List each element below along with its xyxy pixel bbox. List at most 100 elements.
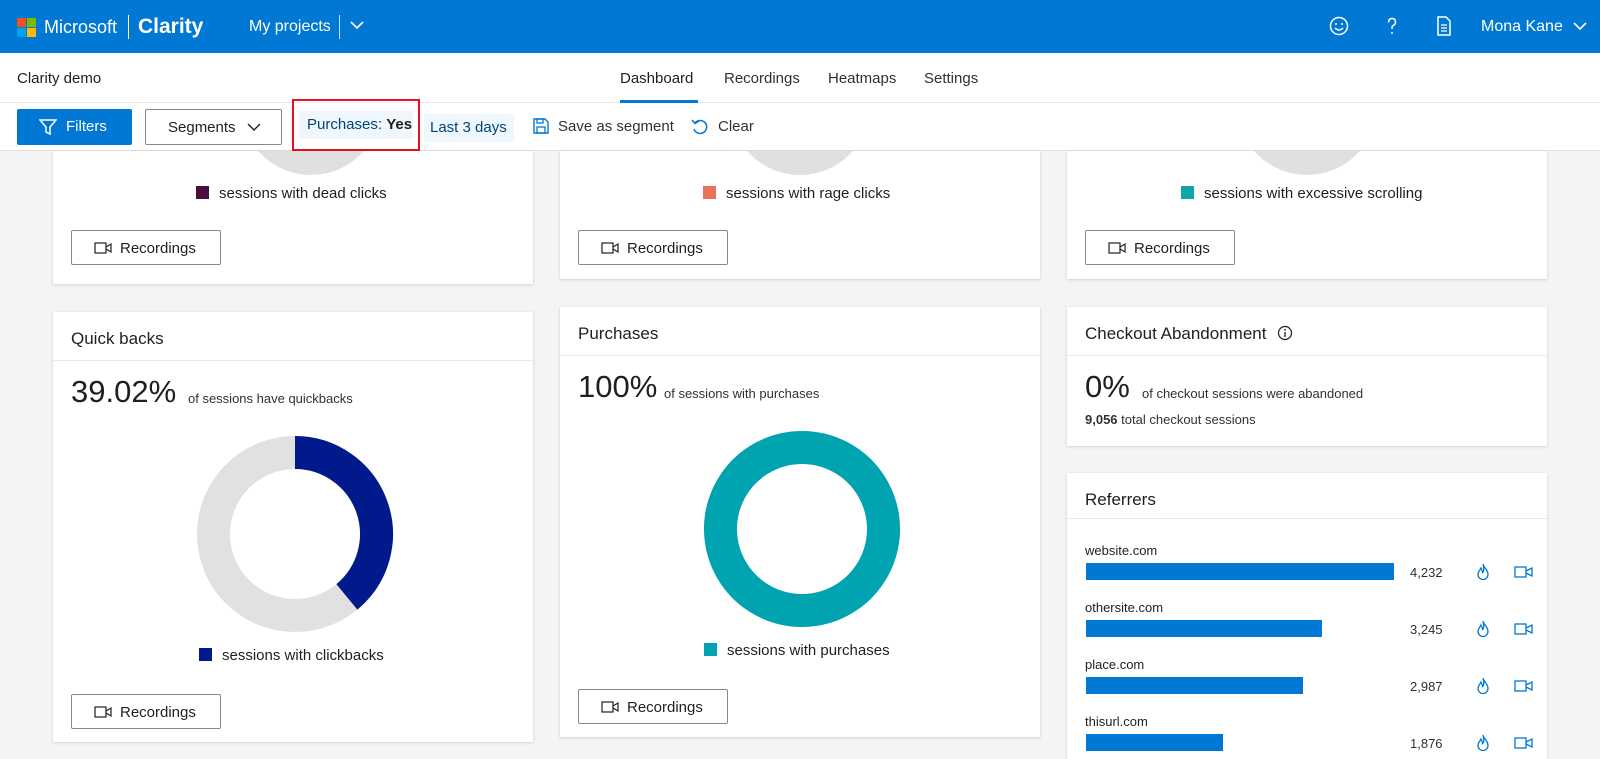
referrer-name: place.com — [1085, 657, 1145, 672]
card-divider — [560, 355, 1040, 356]
donut-segment-clickbacks — [294, 436, 393, 610]
heatmap-icon[interactable] — [1476, 734, 1490, 752]
smiley-icon[interactable] — [1327, 14, 1351, 38]
card-title: Checkout Abandonment — [1085, 324, 1293, 344]
chevron-down-icon[interactable] — [1572, 18, 1588, 34]
referrer-row: othersite.com 3,245 — [1085, 600, 1545, 650]
help-icon[interactable] — [1380, 14, 1404, 38]
referrer-name: othersite.com — [1085, 600, 1164, 615]
legend-swatch — [196, 186, 209, 199]
projects-divider — [339, 15, 340, 39]
legend-label: sessions with purchases — [727, 642, 890, 659]
checkout-total: 9,056 total checkout sessions — [1085, 412, 1256, 427]
user-name[interactable]: Mona Kane — [1481, 18, 1563, 36]
referrers-card: Referrers website.com 4,232 othersite.com 3… — [1067, 473, 1547, 759]
video-camera-icon — [94, 242, 112, 254]
referrer-bar — [1086, 563, 1394, 580]
brand-divider — [128, 15, 129, 39]
heatmap-icon[interactable] — [1476, 677, 1490, 695]
filters-button[interactable]: Filters — [17, 109, 132, 145]
referrer-bar — [1086, 734, 1223, 751]
quick-backs-value: 39.02% — [71, 374, 177, 409]
legend-swatch — [704, 643, 717, 656]
dead-clicks-legend: sessions with dead clicks — [196, 185, 387, 202]
rage-clicks-donut-remnant — [730, 151, 870, 175]
clickbacks-legend: sessions with clickbacks — [199, 647, 384, 664]
recordings-label: Recordings — [120, 704, 196, 721]
rage-clicks-card: sessions with rage clicks Recordings — [560, 151, 1040, 279]
save-icon — [533, 118, 549, 134]
recordings-button[interactable]: Recordings — [71, 230, 221, 265]
video-camera-icon[interactable] — [1514, 680, 1533, 692]
segments-label: Segments — [168, 119, 236, 136]
top-bar: Microsoft Clarity My projects Mona Kane — [0, 0, 1600, 53]
checkout-value: 0% — [1085, 369, 1130, 404]
chip-value: Yes — [386, 116, 413, 133]
checkout-description: of checkout sessions were abandoned — [1142, 386, 1364, 401]
card-title: Purchases — [578, 324, 659, 343]
document-icon[interactable] — [1432, 14, 1456, 38]
filters-label: Filters — [66, 118, 107, 135]
heatmap-icon[interactable] — [1476, 563, 1490, 581]
purchases-donut — [704, 431, 900, 627]
recordings-label: Recordings — [1134, 240, 1210, 257]
video-camera-icon[interactable] — [1514, 566, 1533, 578]
chevron-down-icon[interactable] — [348, 16, 366, 34]
recordings-label: Recordings — [627, 699, 703, 716]
brand-company: Microsoft — [44, 17, 118, 37]
purchases-card: Purchases 100% of sessions with purchase… — [560, 307, 1040, 737]
legend-swatch — [1181, 186, 1194, 199]
brand-product[interactable]: Clarity — [138, 15, 203, 39]
recordings-label: Recordings — [627, 240, 703, 257]
tab-settings[interactable]: Settings — [924, 70, 978, 87]
my-projects-menu[interactable]: My projects — [249, 18, 331, 36]
legend-label: sessions with excessive scrolling — [1204, 185, 1423, 202]
undo-icon — [691, 119, 708, 135]
referrer-count: 3,245 — [1410, 622, 1443, 637]
save-as-segment-label: Save as segment — [558, 118, 674, 135]
filter-chip-purchases-highlight: Purchases: Yes — [292, 99, 420, 151]
recordings-button[interactable]: Recordings — [71, 694, 221, 729]
info-icon[interactable] — [1277, 325, 1293, 341]
microsoft-logo-icon — [17, 18, 36, 37]
quick-backs-card: Quick backs 39.02% of sessions have quic… — [53, 312, 533, 742]
heatmap-icon[interactable] — [1476, 620, 1490, 638]
referrer-name: website.com — [1085, 543, 1158, 558]
referrer-row: place.com 2,987 — [1085, 657, 1545, 707]
recordings-button[interactable]: Recordings — [578, 230, 728, 265]
chip-key: Purchases: — [307, 116, 383, 133]
tab-recordings[interactable]: Recordings — [724, 70, 800, 87]
video-camera-icon — [601, 701, 619, 713]
referrer-count: 1,876 — [1410, 736, 1443, 751]
video-camera-icon[interactable] — [1514, 623, 1533, 635]
excessive-scrolling-card: sessions with excessive scrolling Record… — [1067, 151, 1547, 279]
recordings-button[interactable]: Recordings — [578, 689, 728, 724]
referrer-bar — [1086, 620, 1322, 637]
legend-label: sessions with rage clicks — [726, 185, 891, 202]
card-divider — [1067, 518, 1547, 519]
filter-chip-date-range[interactable]: Last 3 days — [424, 114, 514, 142]
checkout-total-label: total checkout sessions — [1121, 412, 1256, 427]
card-title: Referrers — [1085, 490, 1156, 509]
referrer-row: website.com 4,232 — [1085, 543, 1545, 593]
filter-chip-purchases[interactable]: Purchases: Yes — [299, 111, 413, 139]
chevron-down-icon — [247, 123, 261, 131]
recordings-label: Recordings — [120, 240, 196, 257]
dead-clicks-card: sessions with dead clicks Recordings — [53, 151, 533, 284]
video-camera-icon[interactable] — [1514, 737, 1533, 749]
sub-header: Clarity demo Dashboard Recordings Heatma… — [0, 53, 1600, 103]
clear-label: Clear — [718, 118, 754, 135]
referrer-count: 4,232 — [1410, 565, 1443, 580]
checkout-abandonment-card: Checkout Abandonment 0% of checkout sess… — [1067, 307, 1547, 446]
legend-swatch — [199, 648, 212, 661]
tab-dashboard[interactable]: Dashboard — [620, 70, 693, 87]
referrer-count: 2,987 — [1410, 679, 1443, 694]
card-title-text: Checkout Abandonment — [1085, 324, 1267, 343]
excessive-scrolling-legend: sessions with excessive scrolling — [1181, 185, 1422, 202]
segments-button[interactable]: Segments — [145, 109, 282, 145]
recordings-button[interactable]: Recordings — [1085, 230, 1235, 265]
donut-segment-purchases — [704, 431, 900, 627]
project-title: Clarity demo — [17, 70, 102, 87]
tab-heatmaps[interactable]: Heatmaps — [828, 70, 896, 87]
legend-label: sessions with clickbacks — [222, 647, 384, 664]
